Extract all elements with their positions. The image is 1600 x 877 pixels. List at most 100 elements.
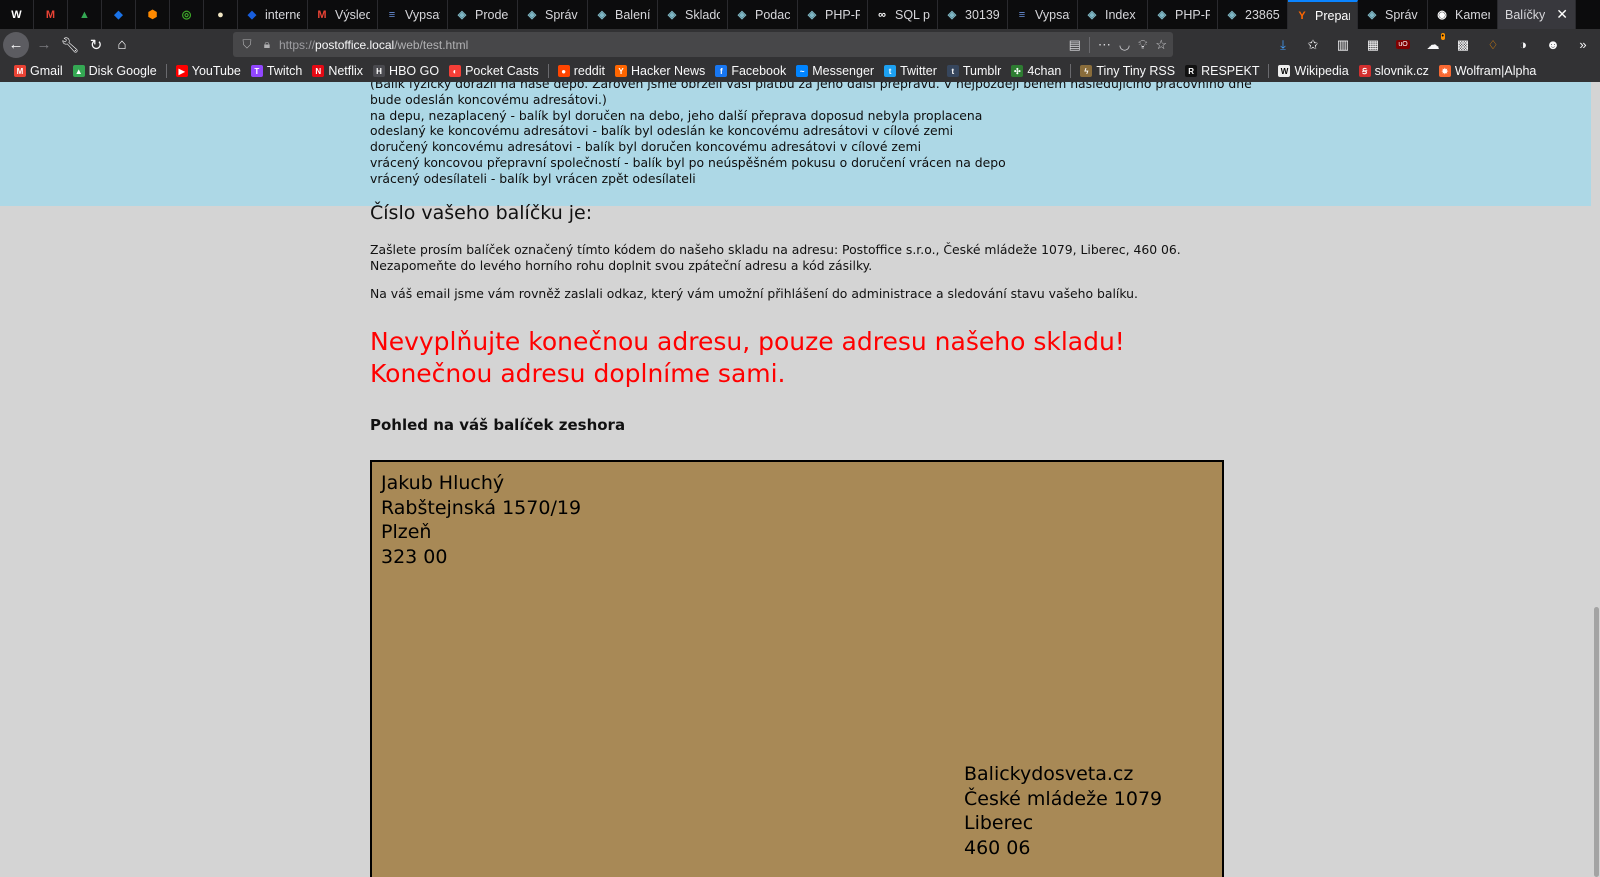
bookmark-label: reddit xyxy=(573,64,605,78)
browser-tab[interactable]: ◆ xyxy=(102,0,136,29)
cube-icon: ◈ xyxy=(947,9,957,21)
reader-view-icon[interactable]: ▤ xyxy=(1069,37,1081,53)
bookmark-item[interactable]: ✸ Wolfram|Alpha xyxy=(1434,64,1542,78)
bookmark-item[interactable]: R RESPEKT xyxy=(1180,64,1264,78)
status-line: (Balík fyzicky dorazil na naše depo. Zár… xyxy=(370,82,1252,91)
bookmark-item[interactable]: M Gmail xyxy=(9,64,68,78)
bookmark-label: Tiny Tiny RSS xyxy=(1096,64,1176,78)
bookmark-item[interactable]: ✣ 4chan xyxy=(1006,64,1066,78)
cube-icon: ◈ xyxy=(1367,9,1377,21)
url-divider xyxy=(1088,36,1090,53)
bookmark-item[interactable]: f Facebook xyxy=(710,64,791,78)
gmail-icon: M xyxy=(317,8,327,21)
weather-badge: • xyxy=(1440,32,1445,40)
browser-tab[interactable]: ◆ interne xyxy=(238,0,308,29)
off-toggle-button[interactable]: ♢ xyxy=(1480,32,1506,58)
bookmark-label: Disk Google xyxy=(88,64,157,78)
pocket-icon[interactable]: ◡ xyxy=(1119,37,1130,53)
tracking-shield-icon[interactable]: ⛉ xyxy=(239,37,255,52)
bookmark-item[interactable]: t Twitter xyxy=(879,64,942,78)
status-line: na depu, nezaplacený - balík byl doručen… xyxy=(370,107,983,123)
tumblr-icon: t xyxy=(946,65,959,77)
browser-tab[interactable]: ◈ Sklado xyxy=(658,0,728,29)
weather-button[interactable]: ☁ • xyxy=(1420,32,1446,58)
bookmark-item[interactable]: W Wikipedia xyxy=(1273,64,1353,78)
browser-tab[interactable]: Balíčky ✕ xyxy=(1498,0,1576,29)
wrench-icon: 🔧︎ xyxy=(60,36,80,54)
cube-icon: ◈ xyxy=(1227,9,1237,21)
browser-tab[interactable]: ⬢ xyxy=(136,0,170,29)
extension-mask-button[interactable]: ☻ xyxy=(1540,32,1566,58)
browser-tab[interactable]: ● xyxy=(204,0,238,29)
bookmark-item[interactable]: T Twitch xyxy=(246,64,307,78)
bookmark-label: Twitter xyxy=(900,64,937,78)
tab-label: Prode xyxy=(475,7,509,22)
bookmark-item[interactable]: Ꞩslovnik.cz xyxy=(1354,64,1434,78)
tab-label: Index xyxy=(1105,7,1136,22)
extensions-grid-button[interactable]: ▦ xyxy=(1360,32,1386,58)
browser-tab[interactable]: ▲ xyxy=(68,0,102,29)
bookmark-item[interactable]: N Netflix xyxy=(307,64,368,78)
browser-tab[interactable]: ≡ Vypsat xyxy=(378,0,448,29)
home-button[interactable]: ⌂ xyxy=(109,32,135,58)
tab-label: Kamer xyxy=(1455,7,1490,22)
bookmark-item[interactable]: ▶ YouTube xyxy=(171,64,246,78)
back-button[interactable]: ← xyxy=(3,31,29,58)
browser-tab[interactable]: ◈ Index xyxy=(1078,0,1148,29)
browser-tab[interactable]: M Výsled xyxy=(308,0,378,29)
extension-dark-button[interactable]: ◑ xyxy=(1510,32,1536,58)
browser-tab[interactable]: ◈ Podac xyxy=(728,0,798,29)
bookmark-item[interactable]: H HBO GO xyxy=(368,64,444,78)
bookmark-item[interactable]: ▲ Disk Google xyxy=(68,64,162,78)
bookmark-item[interactable]: t Tumblr xyxy=(942,64,1006,78)
cube-icon: ◈ xyxy=(457,9,467,21)
qr-button[interactable]: ▩ xyxy=(1450,32,1476,58)
browser-tab[interactable]: ◈ Správ xyxy=(1358,0,1428,29)
library-button[interactable]: ▥ xyxy=(1330,32,1356,58)
browser-tab[interactable]: Y Prepar xyxy=(1288,0,1358,29)
browser-tab[interactable]: ∞ SQL p xyxy=(868,0,938,29)
url-bar[interactable]: ⛉ 🔒︎ https://postoffice.local/web/test.h… xyxy=(233,32,1173,57)
tab-label: Prepar xyxy=(1315,8,1350,23)
browser-tab[interactable]: M xyxy=(34,0,68,29)
ublock-button[interactable]: uO xyxy=(1390,32,1416,58)
browser-tab[interactable]: ◈ Správ xyxy=(518,0,588,29)
bookmarks-button[interactable]: ✩ xyxy=(1300,32,1326,58)
camera-icon: ◉ xyxy=(1437,9,1447,21)
reload-button[interactable]: ↻ xyxy=(83,32,109,58)
browser-tab[interactable]: ◈ 30139 xyxy=(938,0,1008,29)
browser-tab[interactable]: ◈ PHP-F xyxy=(798,0,868,29)
bookmark-item[interactable]: ● reddit xyxy=(553,64,610,78)
scrollbar-thumb[interactable] xyxy=(1594,607,1599,877)
bookmark-item[interactable]: ϟ Tiny Tiny RSS xyxy=(1075,64,1180,78)
page-actions-icon[interactable]: ⋯ xyxy=(1098,37,1111,53)
address-warning: Nevyplňujte konečnou adresu, pouze adres… xyxy=(370,326,1125,390)
browser-tab[interactable]: ◈ PHP-F xyxy=(1148,0,1218,29)
browser-tab[interactable]: ◉ Kamer xyxy=(1428,0,1498,29)
tab-label: Balení xyxy=(615,7,650,22)
bookmark-item[interactable]: ◐ Pocket Casts xyxy=(444,64,544,78)
browser-tab[interactable]: ◈ 23865 xyxy=(1218,0,1288,29)
bookmark-star-icon[interactable]: ☆ xyxy=(1155,37,1167,53)
downloads-button[interactable]: ⤓ xyxy=(1270,32,1296,58)
lock-icon[interactable]: 🔒︎ xyxy=(259,37,275,52)
overflow-button[interactable]: » xyxy=(1570,32,1596,58)
vertical-scrollbar[interactable] xyxy=(1591,82,1600,877)
browser-tab[interactable]: W xyxy=(0,0,34,29)
bookmark-label: 4chan xyxy=(1027,64,1062,78)
browser-tab[interactable]: ≡ Vypsat xyxy=(1008,0,1078,29)
wikipedia-icon: W xyxy=(1278,65,1291,77)
close-tab-icon[interactable]: ✕ xyxy=(1556,6,1568,23)
twitch-icon: T xyxy=(250,65,263,77)
lightbulb-icon[interactable]: 💡︎ xyxy=(1138,37,1147,53)
bookmark-item[interactable]: ~ Messenger xyxy=(791,64,879,78)
browser-tab[interactable]: ◈ Prode xyxy=(448,0,518,29)
tools-button[interactable]: 🔧︎ xyxy=(57,32,83,58)
browser-tab[interactable]: ◎ xyxy=(170,0,204,29)
forward-button[interactable]: → xyxy=(31,32,57,58)
browser-tab[interactable]: ◈ Balení xyxy=(588,0,658,29)
toolbar-extensions: ⤓ ✩ ▥ ▦ uO ☁• ▩ ♢ ◑ ☻ » ≡ xyxy=(1270,29,1600,60)
page-viewport: (Balík fyzicky dorazil na naše depo. Zár… xyxy=(0,82,1600,877)
bookmark-label: Tumblr xyxy=(962,64,1002,78)
bookmark-item[interactable]: Y Hacker News xyxy=(610,64,710,78)
